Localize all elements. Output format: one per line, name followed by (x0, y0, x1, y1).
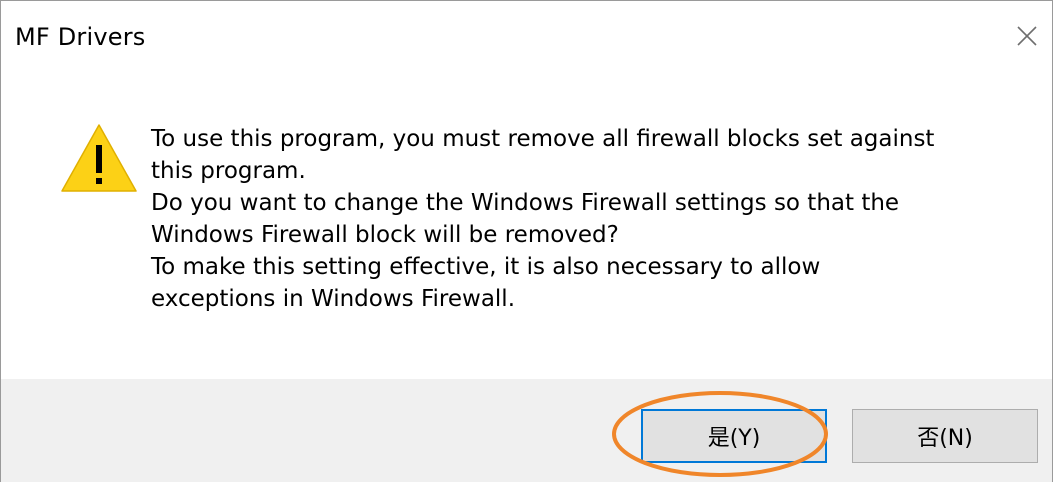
close-icon (1017, 26, 1037, 46)
dialog-content: To use this program, you must remove all… (1, 81, 1052, 379)
warning-icon (61, 124, 137, 192)
message-line: Windows Firewall block will be removed? (151, 222, 619, 248)
message-line: exceptions in Windows Firewall. (151, 286, 516, 312)
no-button[interactable]: 否(N) (852, 409, 1038, 463)
message-line: Do you want to change the Windows Firewa… (151, 190, 900, 216)
yes-button[interactable]: 是(Y) (641, 409, 827, 463)
message-line: To use this program, you must remove all… (151, 126, 935, 152)
dialog-message: To use this program, you must remove all… (151, 123, 1011, 315)
button-bar: 是(Y) 否(N) (1, 379, 1052, 482)
dialog-title: MF Drivers (15, 23, 146, 51)
close-button[interactable] (1004, 13, 1050, 59)
message-line: To make this setting effective, it is al… (151, 254, 821, 280)
message-dialog: MF Drivers To use this program, you must… (0, 0, 1053, 482)
message-line: this program. (151, 158, 306, 184)
title-bar: MF Drivers (1, 1, 1052, 81)
